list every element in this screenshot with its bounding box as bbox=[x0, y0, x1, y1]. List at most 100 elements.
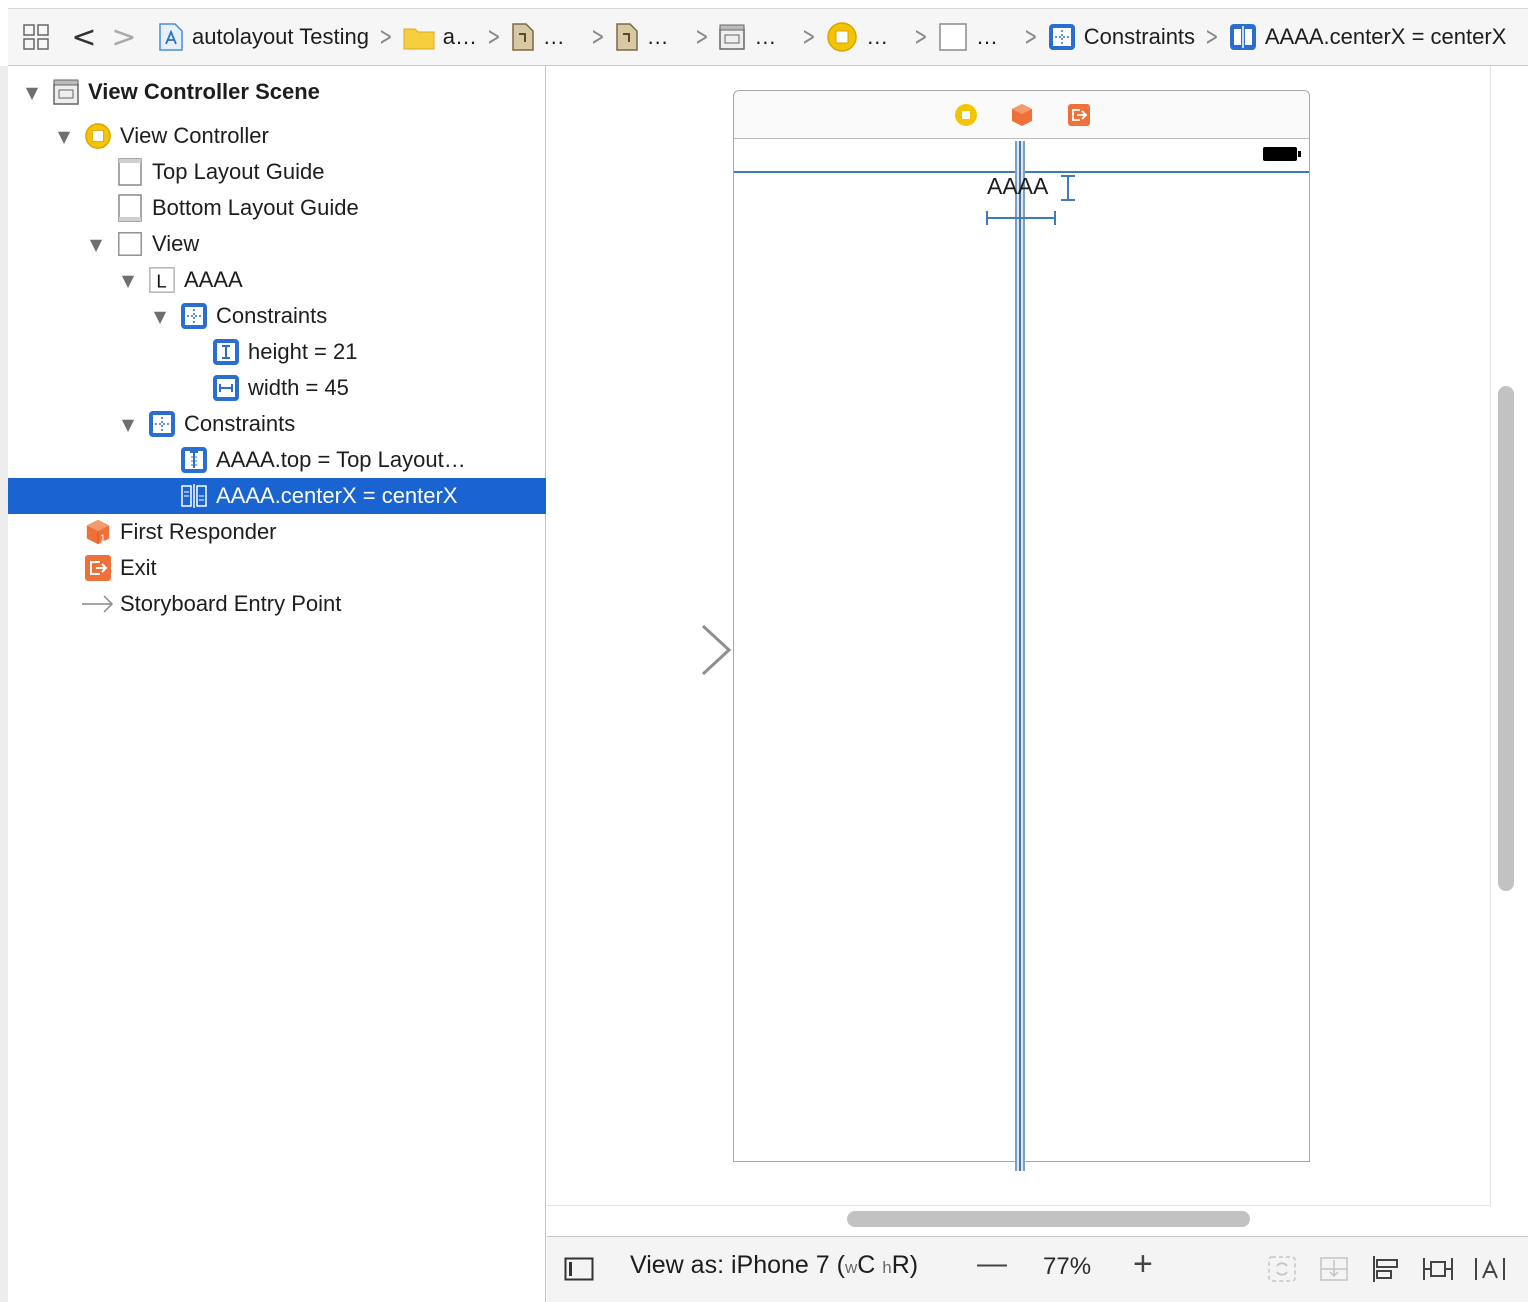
crumb-centerx-constraint[interactable]: AAAA.centerX = centerX bbox=[1229, 17, 1507, 57]
chevron-right-icon: > bbox=[914, 22, 928, 52]
storyboard-base-icon bbox=[615, 22, 639, 52]
zoom-level[interactable]: 77% bbox=[1043, 1253, 1091, 1281]
chevron-right-icon: > bbox=[694, 22, 709, 52]
crumb-view-controller[interactable]: … bbox=[826, 17, 888, 57]
crumb-label: a… bbox=[442, 24, 477, 49]
outline-item-view-constraints[interactable]: ▼ Constraints bbox=[8, 406, 546, 442]
outline-item-exit[interactable]: Exit bbox=[8, 550, 546, 586]
scene-icon bbox=[718, 23, 746, 51]
outline-item-view-controller-scene[interactable]: ▼ View Controller Scene bbox=[8, 74, 546, 110]
update-frames-icon[interactable] bbox=[1265, 1253, 1299, 1285]
disclosure-triangle-icon[interactable]: ▼ bbox=[22, 82, 42, 102]
add-constraints-icon[interactable] bbox=[1421, 1253, 1455, 1285]
horizontal-scroll-thumb[interactable] bbox=[847, 1211, 1250, 1227]
svg-text:L: L bbox=[156, 270, 166, 291]
back-button[interactable]: < bbox=[64, 17, 104, 57]
crumb-view[interactable]: … bbox=[938, 17, 998, 57]
chevron-right-icon: > bbox=[379, 22, 393, 52]
exit-icon bbox=[84, 554, 112, 582]
related-items-icon[interactable] bbox=[8, 17, 64, 57]
size-class-h-value: R bbox=[891, 1251, 910, 1279]
constraints-icon bbox=[1048, 23, 1076, 51]
outline-item-label: Storyboard Entry Point bbox=[120, 591, 342, 616]
crumb-label: … bbox=[975, 24, 998, 49]
view-controller-scene-frame[interactable]: AAAA bbox=[733, 90, 1310, 1171]
crumb-label: … bbox=[754, 24, 777, 49]
disclosure-triangle-icon[interactable]: ▼ bbox=[86, 234, 106, 254]
vertical-scroll-thumb[interactable] bbox=[1498, 386, 1514, 891]
svg-text:1: 1 bbox=[100, 533, 106, 544]
outline-item-label: Constraints bbox=[184, 411, 296, 436]
width-constraint-indicator[interactable] bbox=[987, 217, 1055, 219]
outline-item-label: AAAA.top = Top Layout… bbox=[216, 447, 466, 472]
document-outline: ▼ View Controller Scene ▼ View Controlle… bbox=[8, 66, 546, 1302]
outline-item-label: Bottom Layout Guide bbox=[152, 195, 359, 220]
view-as-close-paren: ) bbox=[909, 1251, 919, 1279]
disclosure-triangle-icon[interactable]: ▼ bbox=[54, 126, 74, 146]
aaaa-label[interactable]: AAAA bbox=[987, 173, 1048, 200]
outline-item-top-constraint[interactable]: AAAA.top = Top Layout… bbox=[8, 442, 546, 478]
crumb-project[interactable]: autolayout Testing bbox=[158, 17, 369, 57]
crumb-storyboard[interactable]: … bbox=[511, 17, 565, 57]
align-icon[interactable] bbox=[1369, 1253, 1403, 1285]
project-file-icon bbox=[158, 22, 184, 52]
outline-item-first-responder[interactable]: 1 First Responder bbox=[8, 514, 546, 550]
outline-item-view[interactable]: ▼ View bbox=[8, 226, 546, 262]
scene-icon bbox=[52, 78, 80, 106]
view-controller-icon[interactable] bbox=[954, 103, 978, 127]
height-constraint-icon bbox=[212, 338, 240, 366]
toggle-outline-icon[interactable] bbox=[563, 1255, 595, 1283]
chevron-right-icon: > bbox=[591, 22, 605, 52]
height-constraint-cap bbox=[1061, 199, 1075, 201]
disclosure-triangle-icon[interactable]: ▼ bbox=[118, 270, 138, 290]
centerx-constraint-icon bbox=[180, 482, 208, 510]
zoom-in-button[interactable]: + bbox=[1133, 1245, 1153, 1284]
exit-icon[interactable] bbox=[1067, 103, 1091, 127]
outline-item-storyboard-entry-point[interactable]: Storyboard Entry Point bbox=[8, 586, 546, 622]
forward-button[interactable]: > bbox=[104, 17, 144, 57]
centerx-constraint-line[interactable] bbox=[1015, 141, 1025, 1171]
outline-item-height-constraint[interactable]: height = 21 bbox=[8, 334, 546, 370]
outline-item-centerx-constraint[interactable]: AAAA.centerX = centerX bbox=[8, 478, 546, 514]
first-responder-icon[interactable] bbox=[1010, 103, 1034, 127]
top-constraint-icon bbox=[180, 446, 208, 474]
crumb-label: … bbox=[866, 24, 889, 49]
outline-item-aaaa-label[interactable]: ▼ L AAAA bbox=[8, 262, 546, 298]
disclosure-triangle-icon[interactable]: ▼ bbox=[118, 414, 138, 434]
constraints-icon bbox=[148, 410, 176, 438]
view-icon bbox=[116, 230, 144, 258]
label-icon: L bbox=[148, 266, 176, 294]
storyboard-canvas[interactable]: AAAA bbox=[547, 66, 1528, 1236]
crumb-storyboard-base[interactable]: … bbox=[615, 17, 669, 57]
storyboard-entry-arrow-icon[interactable] bbox=[581, 624, 733, 676]
folder-icon bbox=[403, 24, 435, 50]
crumb-label: AAAA.centerX = centerX bbox=[1264, 24, 1507, 49]
outline-item-label: width = 45 bbox=[248, 375, 349, 400]
disclosure-triangle-icon[interactable]: ▼ bbox=[150, 306, 170, 326]
outline-item-label: height = 21 bbox=[248, 339, 358, 364]
crumb-constraints[interactable]: Constraints bbox=[1048, 17, 1195, 57]
outline-item-bottom-layout-guide[interactable]: Bottom Layout Guide bbox=[8, 190, 546, 226]
layout-guide-icon bbox=[116, 194, 144, 222]
outline-item-width-constraint[interactable]: width = 45 bbox=[8, 370, 546, 406]
entry-point-arrow-icon bbox=[80, 590, 116, 618]
size-class-h-label: h bbox=[882, 1258, 892, 1277]
height-constraint-indicator[interactable] bbox=[1067, 175, 1069, 201]
view-as-device-selector[interactable]: View as: iPhone 7 (wC hR) bbox=[630, 1251, 918, 1280]
jump-bar: < > autolayout Testing > a… > … > … > … … bbox=[8, 8, 1528, 66]
embed-in-stack-icon[interactable] bbox=[1317, 1253, 1351, 1285]
crumb-scene[interactable]: … bbox=[718, 17, 776, 57]
outline-item-label: Exit bbox=[120, 555, 157, 580]
resolve-issues-icon[interactable] bbox=[1473, 1253, 1507, 1285]
xcode-window: < > autolayout Testing > a… > … > … > … … bbox=[0, 0, 1528, 1302]
chevron-right-icon: > bbox=[1205, 22, 1219, 52]
view-controller-icon bbox=[826, 21, 858, 53]
storyboard-file-icon bbox=[511, 22, 535, 52]
outline-item-top-layout-guide[interactable]: Top Layout Guide bbox=[8, 154, 546, 190]
outline-item-label-constraints[interactable]: ▼ Constraints bbox=[8, 298, 546, 334]
outline-item-view-controller[interactable]: ▼ View Controller bbox=[8, 118, 546, 154]
zoom-out-button[interactable]: — bbox=[977, 1247, 1007, 1281]
chevron-right-icon: > bbox=[802, 22, 816, 52]
battery-icon bbox=[1263, 147, 1301, 161]
crumb-folder[interactable]: a… bbox=[403, 17, 477, 57]
